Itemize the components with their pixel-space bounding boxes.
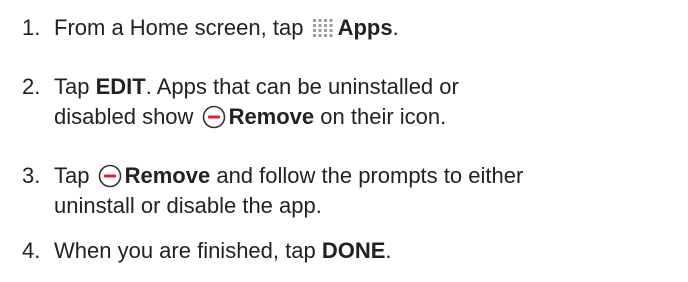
step-1: 1. From a Home screen, tap Apps. (22, 13, 680, 43)
step-text-line2: uninstall or disable the app. (54, 193, 322, 218)
step-4: 4. When you are finished, tap DONE. (22, 236, 680, 266)
remove-icon (98, 164, 121, 188)
step-text-line2-end: on their icon. (320, 104, 447, 129)
apps-grid-icon (312, 19, 333, 37)
step-text-end: . (392, 15, 399, 40)
step-text-end: . (385, 238, 392, 263)
step-text: Tap (54, 163, 90, 188)
step-text: Tap (54, 74, 90, 99)
step-text: When you are finished, tap (54, 238, 316, 263)
step-text-line2: disabled show (54, 104, 194, 129)
done-label: DONE (321, 238, 386, 263)
instruction-steps: 1. From a Home screen, tap Apps. 2. Tap ED… (0, 0, 688, 282)
apps-label: Apps (337, 15, 393, 40)
remove-label: Remove (228, 104, 315, 129)
edit-label: EDIT (95, 74, 146, 99)
step-text-rest: and follow the prompts to either (216, 163, 524, 188)
step-3: 3. Tap Remove and follow the prompts to e… (22, 161, 680, 221)
remove-icon (202, 105, 225, 129)
step-number: 4. (22, 238, 41, 263)
step-number: 2. (22, 74, 41, 99)
step-number: 3. (22, 163, 41, 188)
step-text: From a Home screen, tap (54, 15, 304, 40)
step-2: 2. Tap EDIT. Apps that can be uninstalled… (22, 72, 680, 132)
remove-label: Remove (124, 163, 211, 188)
step-text-rest: . Apps that can be uninstalled or (145, 74, 459, 99)
step-number: 1. (22, 15, 41, 40)
